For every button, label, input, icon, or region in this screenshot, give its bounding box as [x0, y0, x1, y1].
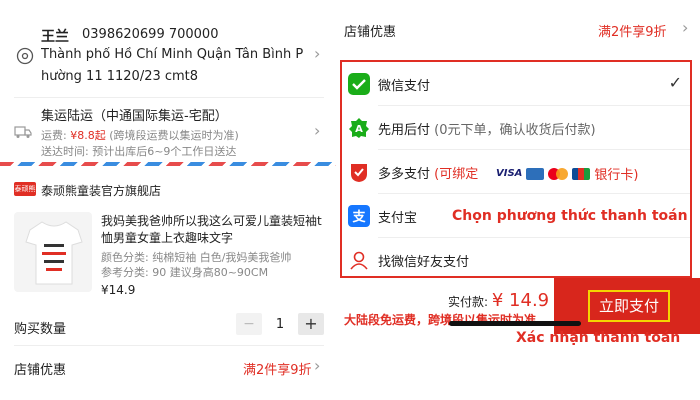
payment-panel-right: 店铺优惠 满2件享9折 › 微信支付 ✓ A 先用后付 (0元下单，确认收货后付…: [336, 0, 700, 400]
product-image[interactable]: [14, 212, 92, 292]
svg-text:支: 支: [351, 209, 366, 225]
payment-option-pay-later[interactable]: A 先用后付 (0元下单，确认收货后付款): [342, 106, 690, 150]
total-label: 实付款:: [448, 295, 492, 309]
shop-discount-value: 满2件享9折: [598, 25, 667, 40]
payment-label-alipay: 支付宝: [378, 211, 418, 226]
total-amount: ¥ 14.9: [491, 290, 550, 311]
total-payment: 实付款: ¥ 14.9: [448, 290, 549, 311]
amex-icon: [526, 167, 545, 180]
order-panel-left: 王兰 0398620699 700000 Thành phố Hồ Chí Mi…: [0, 0, 336, 400]
payment-label-duoduo: 多多支付 (可绑定: [378, 163, 478, 182]
product-spec: 颜色分类: 纯棉短袖 白色/我妈美我爸帅: [101, 251, 292, 264]
recipient-phone: 0398620699 700000: [82, 27, 219, 42]
bank-card-label: 银行卡): [594, 168, 639, 183]
quantity-value[interactable]: 1: [268, 317, 292, 332]
shop-discount-label: 店铺优惠: [344, 25, 397, 40]
shop-discount-value: 满2件享9折: [243, 363, 312, 378]
payment-option-friend[interactable]: 找微信好友支付: [342, 238, 690, 282]
pay-later-title: 先用后付: [378, 123, 431, 138]
shop-discount-row[interactable]: 店铺优惠 满2件享9折 ›: [0, 345, 336, 389]
duoduo-title: 多多支付: [378, 167, 431, 182]
product-price: ¥14.9: [101, 283, 136, 297]
pay-now-button[interactable]: 立即支付: [588, 290, 670, 322]
chevron-right-icon: ›: [682, 18, 689, 37]
address-card[interactable]: 王兰 0398620699 700000 Thành phố Hồ Chí Mi…: [0, 0, 336, 96]
truck-icon: [14, 126, 32, 138]
svg-text:A: A: [355, 124, 363, 135]
shipping-fee-label: 运费:: [41, 129, 71, 142]
wechat-pay-icon: [348, 73, 370, 95]
visa-logo: VISA: [496, 168, 523, 179]
payment-label-pay-later: 先用后付 (0元下单，确认收货后付款): [378, 119, 596, 138]
pay-later-icon: A: [349, 118, 369, 138]
card-logos: VISA 银行卡): [496, 164, 638, 183]
product-title: 我妈美我爸帅所以我这么可爱儿童装短袖t恤男童女童上衣趣味文字: [101, 214, 322, 245]
duoduo-bind-note: (可绑定: [434, 167, 479, 182]
checkmark-icon: ✓: [668, 73, 682, 92]
home-indicator: [449, 321, 581, 326]
payment-label-wechat: 微信支付: [378, 79, 431, 94]
shipping-method[interactable]: 集运陆运（中通国际集运-宅配） 运费: ¥8.8起 (跨境段运费以集运时为准) …: [0, 99, 336, 161]
quantity-increase-button[interactable]: +: [298, 313, 324, 335]
recipient-name: 王兰: [41, 29, 69, 45]
payment-option-duoduo[interactable]: 多多支付 (可绑定 VISA 银行卡): [342, 150, 690, 194]
shop-section: 泰顽熊 泰顽熊童装官方旗舰店 我妈美我爸帅所以我这么可爱儿童装短袖t恤男童女童上…: [0, 172, 336, 302]
payment-option-wechat[interactable]: 微信支付 ✓: [342, 62, 690, 106]
chevron-right-icon: ›: [314, 44, 321, 63]
shop-name[interactable]: 泰顽熊童装官方旗舰店: [41, 182, 161, 199]
quantity-label: 购买数量: [14, 322, 67, 337]
alipay-icon: 支: [348, 205, 370, 227]
quantity-row: 购买数量 − 1 +: [0, 305, 336, 345]
mastercard-icon: [548, 167, 569, 180]
address-line-1: Thành phố Hồ Chí Minh Quận Tân Bình P: [41, 47, 304, 62]
chevron-right-icon: ›: [314, 121, 321, 140]
location-pin-icon: [16, 47, 34, 65]
shop-discount-label: 店铺优惠: [14, 363, 67, 378]
divider: [14, 97, 324, 98]
shipping-title: 集运陆运（中通国际集运-宅配）: [41, 109, 228, 124]
payment-label-friend: 找微信好友支付: [378, 255, 470, 270]
shipping-fee-note: (跨境段运费以集运时为准): [105, 129, 239, 142]
payment-method-list: 微信支付 ✓ A 先用后付 (0元下单，确认收货后付款) 多多支付 (可绑定 V…: [340, 60, 692, 278]
shipping-fee: 运费: ¥8.8起 (跨境段运费以集运时为准): [41, 127, 239, 143]
quantity-decrease-button[interactable]: −: [236, 313, 262, 335]
shop-logo: 泰顽熊: [14, 182, 36, 196]
annotation-choose-payment: Chọn phương thức thanh toán: [452, 208, 688, 224]
jcb-icon: [572, 167, 591, 180]
annotation-confirm-payment: Xác nhận thanh toán: [516, 330, 681, 346]
shop-discount-row[interactable]: 店铺优惠 满2件享9折 ›: [336, 0, 700, 56]
pay-later-subtitle: (0元下单，确认收货后付款): [434, 123, 596, 138]
shipping-eta: 送达时间: 预计出库后6~9个工作日送达: [41, 145, 237, 158]
product-reference-size: 参考分类: 90 建议身高80~90CM: [101, 266, 269, 279]
chevron-right-icon: ›: [314, 356, 321, 375]
tshirt-image: [25, 221, 83, 285]
duoduo-pay-icon: [351, 164, 367, 182]
friend-pay-icon: [350, 251, 368, 270]
shipping-fee-price: ¥8.8起: [70, 129, 106, 142]
airmail-stripe-divider: [0, 162, 336, 166]
address-line-2: hường 11 1120/23 cmt8: [41, 69, 199, 84]
